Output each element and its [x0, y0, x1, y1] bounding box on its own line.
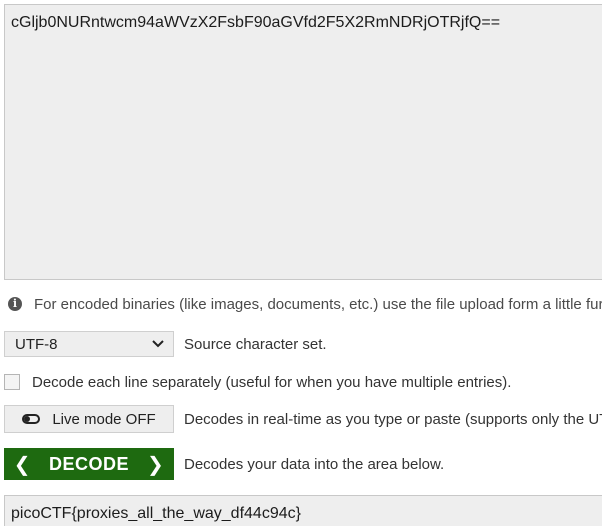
decode-button[interactable]: ❮ DECODE ❯ — [4, 448, 174, 480]
decode-each-line-label[interactable]: Decode each line separately (useful for … — [32, 374, 511, 391]
charset-description: Source character set. — [184, 335, 327, 353]
decode-button-label: DECODE — [48, 453, 129, 474]
decode-each-line-checkbox[interactable] — [4, 374, 20, 390]
decode-description: Decodes your data into the area below. — [184, 455, 445, 473]
charset-selected-value: UTF-8 — [15, 335, 58, 353]
chevron-left-icon: ❮ — [13, 452, 31, 476]
file-upload-hint: i For encoded binaries (like images, doc… — [8, 294, 602, 314]
chevron-down-icon — [151, 337, 165, 351]
live-mode-label: Live mode OFF — [52, 410, 156, 428]
chevron-right-icon: ❯ — [147, 452, 165, 476]
live-mode-row: Live mode OFF Decodes in real-time as yo… — [4, 405, 602, 433]
charset-select[interactable]: UTF-8 — [4, 331, 174, 357]
toggle-off-icon — [22, 414, 41, 424]
decode-each-line-row: Decode each line separately (useful for … — [4, 372, 602, 392]
live-mode-description: Decodes in real-time as you type or past… — [184, 410, 602, 428]
decoded-output-textarea[interactable]: picoCTF{proxies_all_the_way_df44c94c} — [4, 495, 602, 526]
encoded-input-textarea[interactable]: cGljb0NURntwcm94aWVzX2FsbF90aGVfd2F5X2Rm… — [4, 4, 602, 280]
decoder-page: cGljb0NURntwcm94aWVzX2FsbF90aGVfd2F5X2Rm… — [0, 0, 602, 526]
info-icon: i — [8, 297, 22, 311]
charset-row: UTF-8 Source character set. — [4, 331, 602, 357]
live-mode-button[interactable]: Live mode OFF — [4, 405, 174, 433]
file-upload-hint-text: For encoded binaries (like images, docum… — [34, 295, 602, 313]
decode-row: ❮ DECODE ❯ Decodes your data into the ar… — [4, 448, 602, 480]
